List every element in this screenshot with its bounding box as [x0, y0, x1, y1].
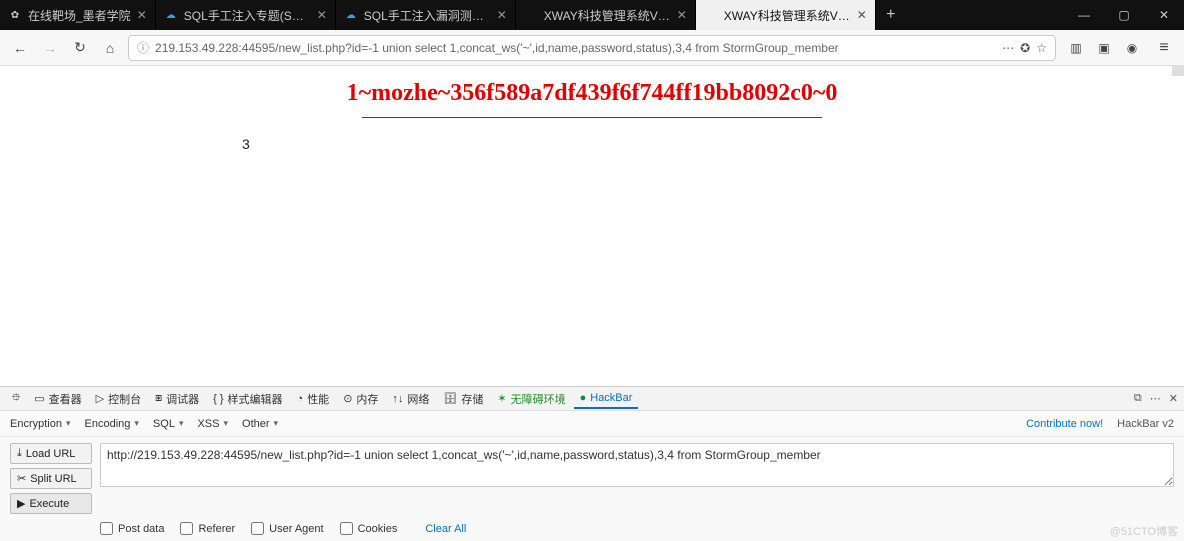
dt-tab-memory[interactable]: ⊙内存 [337, 388, 384, 410]
window-controls: — ▢ ✕ [1064, 0, 1184, 30]
dock-side-icon[interactable]: ⧉ [1134, 392, 1142, 405]
hb-menu-other[interactable]: Other▾ [242, 418, 278, 430]
minimize-button[interactable]: — [1064, 0, 1104, 30]
tab-label: 在线靶场_墨者学院 [28, 7, 131, 24]
tab-label: XWAY科技管理系统V3.0 [724, 7, 851, 24]
account-icon[interactable]: ◉ [1122, 41, 1142, 55]
tab-label: SQL手工注入漏洞测试(MySQL) [364, 7, 491, 24]
hb-menu-sql[interactable]: SQL▾ [153, 418, 184, 430]
scissors-icon: ✂ [17, 472, 26, 485]
favicon-icon: ☁ [164, 8, 178, 22]
hackbar-options: Post data Referer User Agent Cookies Cle… [0, 518, 1184, 541]
hb-load-url-button[interactable]: ⤓Load URL [10, 443, 92, 464]
close-icon[interactable]: ✕ [677, 8, 687, 22]
dt-tab-console[interactable]: ▷控制台 [90, 388, 147, 410]
favicon-icon [704, 8, 718, 22]
dt-tab-style-editor[interactable]: { }样式编辑器 [207, 388, 288, 410]
toolbar-right: ▥ ▣ ◉ [1062, 41, 1146, 55]
page-heading: 1~mozhe~356f589a7df439f6f744ff19bb8092c0… [242, 80, 942, 107]
page-content: 1~mozhe~356f589a7df439f6f744ff19bb8092c0… [0, 66, 1184, 386]
devtools-more-icon[interactable]: ⋯ [1150, 392, 1161, 405]
hb-opt-useragent[interactable]: User Agent [251, 522, 323, 535]
scrollbar[interactable] [1172, 66, 1184, 76]
url-text: 219.153.49.228:44595/new_list.php?id=-1 … [155, 41, 996, 55]
navbar: ← → ↻ ⌂ ⓘ 219.153.49.228:44595/new_list.… [0, 30, 1184, 66]
titlebar: ✿ 在线靶场_墨者学院 ✕ ☁ SQL手工注入专题(SQL Injecti ✕ … [0, 0, 1184, 30]
bookmark-star-icon[interactable]: ☆ [1036, 41, 1047, 55]
favicon-icon: ☁ [344, 8, 358, 22]
dt-tab-inspector[interactable]: ▭查看器 [28, 388, 87, 410]
hb-menu-xss[interactable]: XSS▾ [197, 418, 228, 430]
close-icon[interactable]: ✕ [137, 8, 147, 22]
page-actions-icon[interactable]: ⋯ [1002, 41, 1014, 55]
tab-3[interactable]: XWAY科技管理系统V3.0 ✕ [516, 0, 696, 30]
inspector-pick-icon[interactable]: ⯐ [6, 386, 26, 411]
library-icon[interactable]: ▥ [1066, 41, 1086, 55]
tab-2[interactable]: ☁ SQL手工注入漏洞测试(MySQL) ✕ [336, 0, 516, 30]
hb-split-url-button[interactable]: ✂Split URL [10, 468, 92, 489]
dt-tab-accessibility[interactable]: ✶无障碍环境 [491, 388, 571, 410]
hb-brand: HackBar v2 [1117, 418, 1174, 430]
page-subtext: 3 [242, 136, 942, 152]
hb-menu-encryption[interactable]: Encryption▾ [10, 418, 71, 430]
tab-label: XWAY科技管理系统V3.0 [544, 7, 671, 24]
tab-4[interactable]: XWAY科技管理系统V3.0 ✕ [696, 0, 876, 30]
play-icon: ▶ [17, 497, 25, 510]
app-menu-button[interactable]: ≡ [1152, 39, 1176, 57]
forward-button[interactable]: → [38, 36, 62, 60]
home-button[interactable]: ⌂ [98, 36, 122, 60]
tab-label: SQL手工注入专题(SQL Injecti [184, 7, 311, 24]
dt-tab-debugger[interactable]: ⧆调试器 [149, 388, 205, 410]
close-icon[interactable]: ✕ [317, 8, 327, 22]
devtools-panel: ⯐ ▭查看器 ▷控制台 ⧆调试器 { }样式编辑器 ◔性能 ⊙内存 ↑↓网络 🗄… [0, 386, 1184, 541]
reload-button[interactable]: ↻ [68, 36, 92, 60]
dt-tab-storage[interactable]: 🗄存储 [437, 388, 489, 410]
hb-opt-cookies[interactable]: Cookies [340, 522, 398, 535]
favicon-icon [524, 8, 538, 22]
url-bar[interactable]: ⓘ 219.153.49.228:44595/new_list.php?id=-… [128, 35, 1056, 61]
hb-menu-encoding[interactable]: Encoding▾ [85, 418, 139, 430]
hackbar-menubar: Encryption▾ Encoding▾ SQL▾ XSS▾ Other▾ C… [0, 411, 1184, 437]
tab-1[interactable]: ☁ SQL手工注入专题(SQL Injecti ✕ [156, 0, 336, 30]
devtools-tabbar: ⯐ ▭查看器 ▷控制台 ⧆调试器 { }样式编辑器 ◔性能 ⊙内存 ↑↓网络 🗄… [0, 387, 1184, 411]
dt-tab-hackbar[interactable]: ●HackBar [574, 389, 639, 409]
devtools-close-icon[interactable]: ✕ [1169, 392, 1178, 405]
maximize-button[interactable]: ▢ [1104, 0, 1144, 30]
hb-opt-referer[interactable]: Referer [180, 522, 235, 535]
dt-tab-network[interactable]: ↑↓网络 [386, 388, 435, 410]
dt-tab-performance[interactable]: ◔性能 [291, 388, 336, 410]
new-tab-button[interactable]: + [876, 0, 906, 30]
hb-clear-all[interactable]: Clear All [425, 523, 466, 535]
close-icon[interactable]: ✕ [497, 8, 507, 22]
divider [362, 117, 822, 118]
favicon-icon: ✿ [8, 8, 22, 22]
hb-contribute-link[interactable]: Contribute now! [1026, 418, 1103, 430]
back-button[interactable]: ← [8, 36, 32, 60]
site-info-icon[interactable]: ⓘ [137, 39, 149, 56]
download-icon: ⤓ [17, 447, 22, 460]
hb-execute-button[interactable]: ▶Execute [10, 493, 92, 514]
hb-url-input[interactable] [100, 443, 1174, 487]
close-icon[interactable]: ✕ [857, 8, 867, 22]
close-window-button[interactable]: ✕ [1144, 0, 1184, 30]
hackbar-body: ⤓Load URL ✂Split URL ▶Execute [0, 437, 1184, 518]
hb-opt-postdata[interactable]: Post data [100, 522, 164, 535]
shield-icon[interactable]: ✪ [1020, 41, 1030, 55]
tab-0[interactable]: ✿ 在线靶场_墨者学院 ✕ [0, 0, 156, 30]
watermark: @51CTO博客 [1110, 523, 1178, 539]
sidebar-icon[interactable]: ▣ [1094, 41, 1114, 55]
